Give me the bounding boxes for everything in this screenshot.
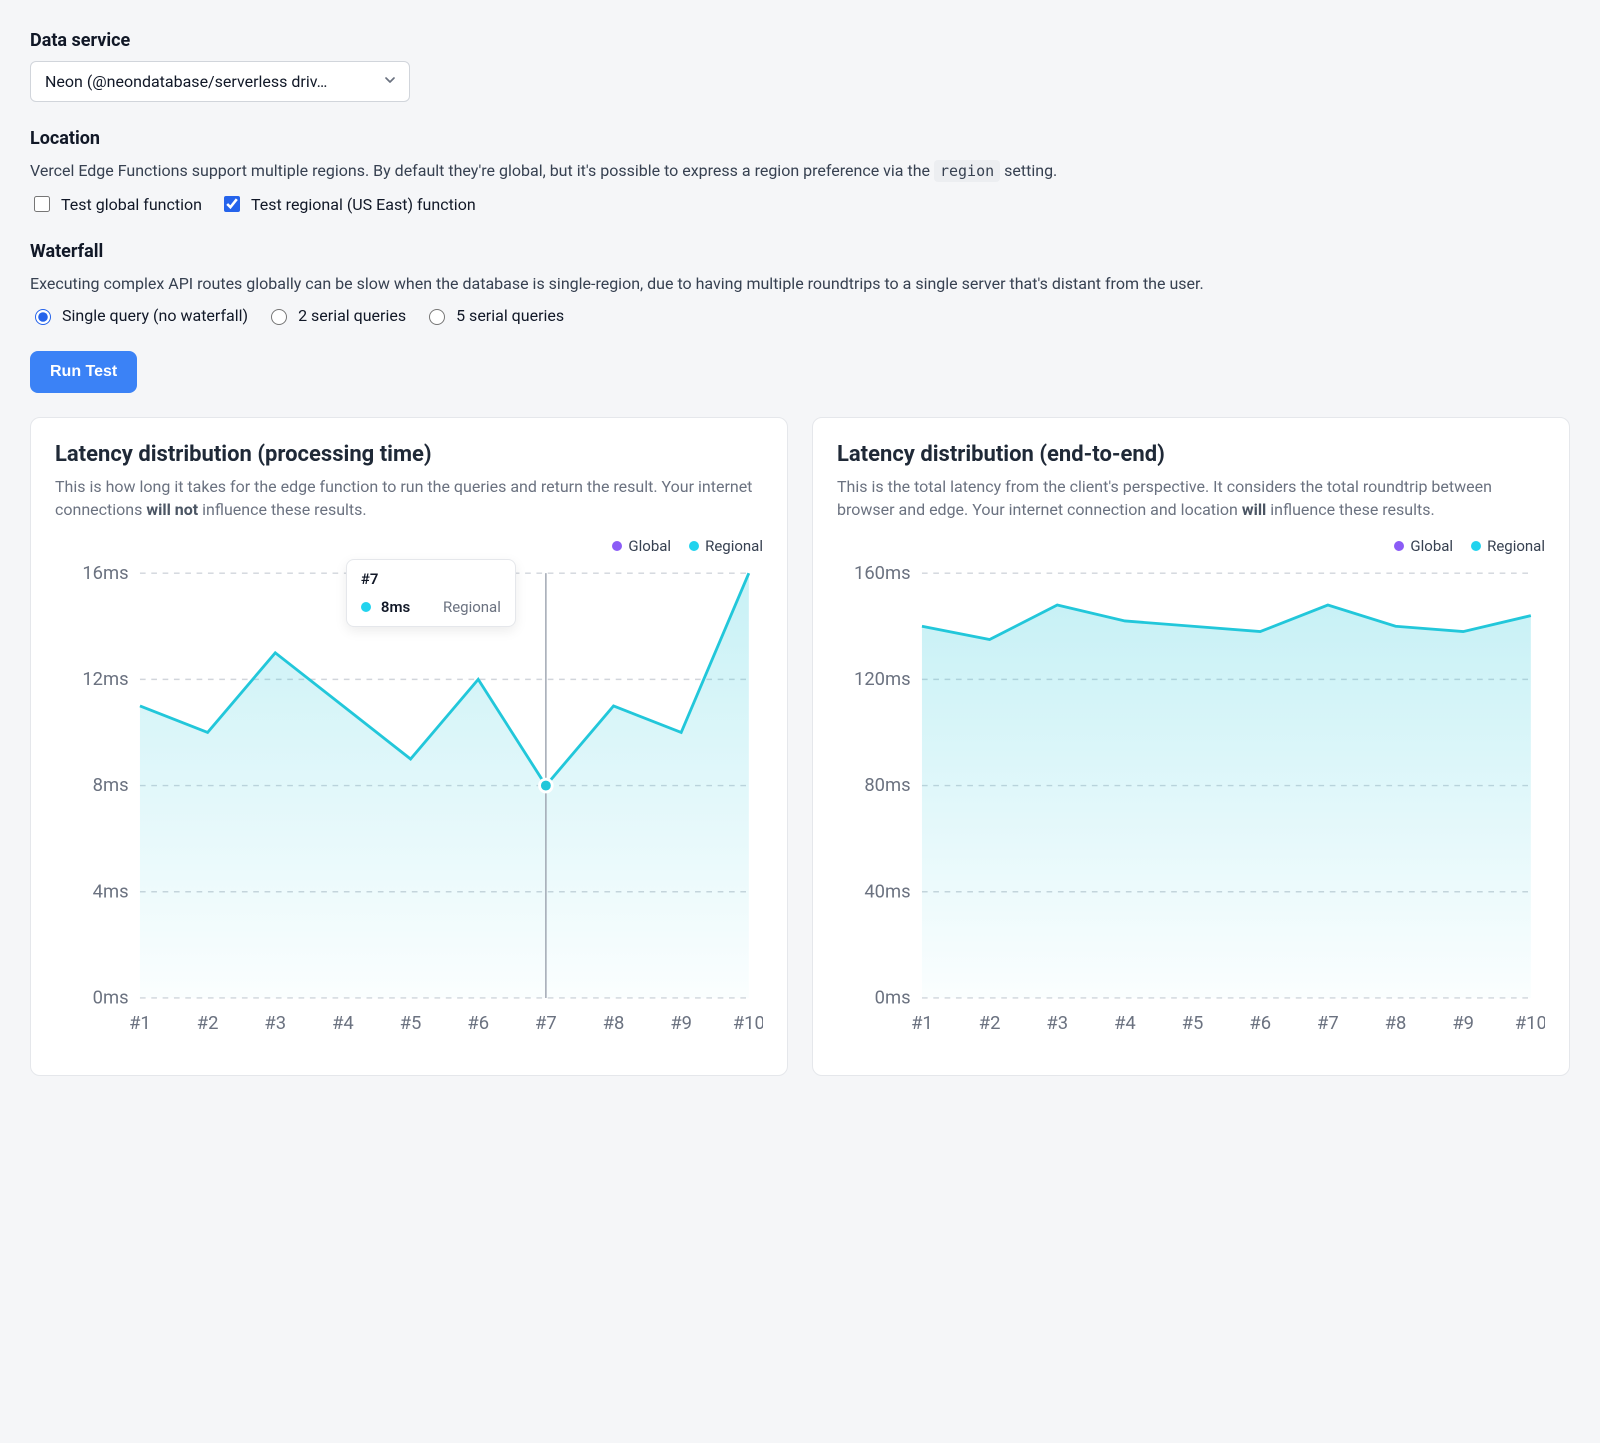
- svg-text:0ms: 0ms: [93, 988, 129, 1009]
- e2e-sub-bold: will: [1242, 500, 1266, 519]
- waterfall-label-1: 2 serial queries: [298, 306, 406, 325]
- e2e-chart-wrap: 0ms 40ms 80ms 120ms 160ms #1 #2 #3 #4 #5 #6 #7 #8 #9 #…: [837, 559, 1545, 1044]
- legend-regional-label-2: Regional: [1487, 537, 1545, 555]
- processing-chart[interactable]: 0ms 4ms 8ms 12ms 16ms #1 #2 #3 #4 #5 #6 #7 #8 #9 #10: [55, 559, 763, 1040]
- chart-tooltip: #7 8ms Regional: [346, 559, 516, 627]
- svg-text:0ms: 0ms: [875, 988, 911, 1009]
- legend-regional-2: Regional: [1471, 537, 1545, 555]
- svg-text:#3: #3: [264, 1013, 286, 1034]
- svg-text:#6: #6: [467, 1013, 489, 1034]
- waterfall-heading: Waterfall: [30, 241, 1570, 262]
- svg-text:#4: #4: [1114, 1013, 1136, 1034]
- tooltip-dot-icon: [361, 602, 371, 612]
- tooltip-head: #7: [361, 570, 501, 588]
- svg-text:#8: #8: [603, 1013, 625, 1034]
- test-global-checkbox-wrap[interactable]: Test global function: [30, 193, 202, 215]
- waterfall-label-0: Single query (no waterfall): [62, 306, 248, 325]
- waterfall-section: Waterfall Executing complex API routes g…: [30, 241, 1570, 325]
- charts-row: Latency distribution (processing time) T…: [30, 417, 1570, 1076]
- waterfall-label-2: 5 serial queries: [456, 306, 564, 325]
- svg-text:#4: #4: [332, 1013, 354, 1034]
- svg-text:#3: #3: [1046, 1013, 1068, 1034]
- svg-text:#2: #2: [979, 1013, 1001, 1034]
- svg-text:160ms: 160ms: [854, 563, 911, 584]
- regional-dot-icon-2: [1471, 541, 1481, 551]
- e2e-chart-title: Latency distribution (end-to-end): [837, 442, 1545, 467]
- svg-text:#6: #6: [1249, 1013, 1271, 1034]
- location-options-row: Test global function Test regional (US E…: [30, 193, 1570, 215]
- e2e-sub-post: influence these results.: [1270, 500, 1434, 519]
- waterfall-radio-5[interactable]: [429, 309, 445, 325]
- svg-text:#8: #8: [1385, 1013, 1407, 1034]
- legend-global-label-2: Global: [1410, 537, 1453, 555]
- e2e-chart-card: Latency distribution (end-to-end) This i…: [812, 417, 1570, 1076]
- svg-text:#10: #10: [1515, 1013, 1545, 1034]
- run-test-button[interactable]: Run Test: [30, 351, 137, 393]
- global-dot-icon-2: [1394, 541, 1404, 551]
- processing-legend: Global Regional: [55, 537, 763, 555]
- e2e-chart-sub: This is the total latency from the clien…: [837, 475, 1545, 521]
- svg-text:#1: #1: [911, 1013, 933, 1034]
- svg-text:#5: #5: [1182, 1013, 1204, 1034]
- svg-text:#10: #10: [733, 1013, 763, 1034]
- waterfall-options-row: Single query (no waterfall) 2 serial que…: [30, 306, 1570, 325]
- global-dot-icon: [612, 541, 622, 551]
- processing-chart-wrap: 0ms 4ms 8ms 12ms 16ms #1 #2 #3 #4 #5 #6 #7 #8 #9 #10 #…: [55, 559, 763, 1044]
- svg-text:#9: #9: [670, 1013, 692, 1034]
- processing-sub-bold: will not: [146, 500, 198, 519]
- processing-chart-title: Latency distribution (processing time): [55, 442, 763, 467]
- svg-text:40ms: 40ms: [864, 882, 910, 903]
- legend-regional-label: Regional: [705, 537, 763, 555]
- processing-chart-card: Latency distribution (processing time) T…: [30, 417, 788, 1076]
- svg-text:4ms: 4ms: [93, 882, 129, 903]
- location-heading: Location: [30, 128, 1570, 149]
- waterfall-radio-2[interactable]: [271, 309, 287, 325]
- svg-text:#7: #7: [1317, 1013, 1339, 1034]
- svg-text:#1: #1: [129, 1013, 151, 1034]
- legend-global: Global: [612, 537, 671, 555]
- location-description: Vercel Edge Functions support multiple r…: [30, 159, 1570, 183]
- svg-text:80ms: 80ms: [864, 776, 910, 797]
- location-desc-post: setting.: [1004, 161, 1057, 180]
- svg-text:16ms: 16ms: [82, 563, 128, 584]
- svg-text:#5: #5: [400, 1013, 422, 1034]
- test-global-checkbox[interactable]: [34, 196, 50, 212]
- test-regional-label: Test regional (US East) function: [251, 195, 476, 214]
- svg-text:#7: #7: [535, 1013, 557, 1034]
- regional-dot-icon: [689, 541, 699, 551]
- svg-text:8ms: 8ms: [93, 776, 129, 797]
- svg-text:#2: #2: [197, 1013, 219, 1034]
- location-desc-text: Vercel Edge Functions support multiple r…: [30, 161, 934, 180]
- location-desc-code: region: [934, 160, 1000, 182]
- e2e-legend: Global Regional: [837, 537, 1545, 555]
- waterfall-description: Executing complex API routes globally ca…: [30, 272, 1570, 296]
- svg-text:120ms: 120ms: [854, 669, 911, 690]
- waterfall-radio-single[interactable]: [35, 309, 51, 325]
- legend-global-label: Global: [628, 537, 671, 555]
- waterfall-option-5[interactable]: 5 serial queries: [424, 306, 564, 325]
- waterfall-option-2[interactable]: 2 serial queries: [266, 306, 406, 325]
- svg-text:#9: #9: [1452, 1013, 1474, 1034]
- data-service-section: Data service Neon (@neondatabase/serverl…: [30, 30, 1570, 102]
- tooltip-series: Regional: [443, 598, 501, 616]
- tooltip-value: 8ms: [381, 598, 410, 616]
- test-regional-checkbox-wrap[interactable]: Test regional (US East) function: [220, 193, 476, 215]
- legend-regional: Regional: [689, 537, 763, 555]
- test-global-label: Test global function: [61, 195, 202, 214]
- processing-sub-post: influence these results.: [202, 500, 366, 519]
- data-service-select[interactable]: Neon (@neondatabase/serverless driv…: [30, 61, 410, 102]
- e2e-chart[interactable]: 0ms 40ms 80ms 120ms 160ms #1 #2 #3 #4 #5 #6 #7 #8 #9 #…: [837, 559, 1545, 1040]
- data-service-heading: Data service: [30, 30, 1570, 51]
- waterfall-option-single[interactable]: Single query (no waterfall): [30, 306, 248, 325]
- location-section: Location Vercel Edge Functions support m…: [30, 128, 1570, 215]
- test-regional-checkbox[interactable]: [224, 196, 240, 212]
- svg-text:12ms: 12ms: [82, 669, 128, 690]
- processing-chart-sub: This is how long it takes for the edge f…: [55, 475, 763, 521]
- data-service-select-wrap[interactable]: Neon (@neondatabase/serverless driv…: [30, 61, 410, 102]
- legend-global-2: Global: [1394, 537, 1453, 555]
